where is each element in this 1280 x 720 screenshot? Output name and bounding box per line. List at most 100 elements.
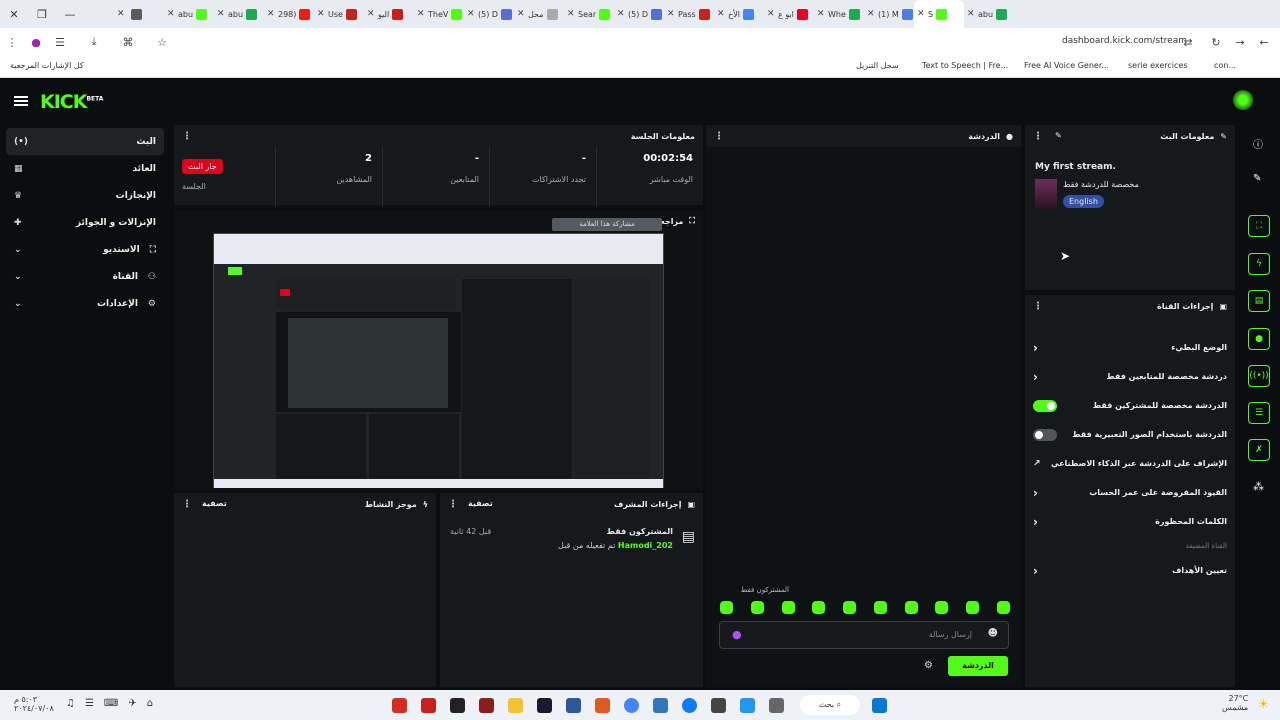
windows-start-icon[interactable] bbox=[872, 698, 887, 713]
close-tab-icon[interactable]: ✕ bbox=[717, 9, 725, 19]
close-tab-icon[interactable]: ✕ bbox=[967, 9, 975, 19]
rail-lightning-icon[interactable]: ϟ bbox=[1248, 253, 1270, 275]
subscribers-only-toggle[interactable] bbox=[1033, 399, 1057, 412]
window-minimize-icon[interactable]: — bbox=[56, 8, 84, 21]
system-tray-icons[interactable]: ♫☰⌨✈⌂ bbox=[66, 698, 163, 709]
more-menu-icon[interactable]: ⋮ bbox=[182, 499, 192, 510]
taskbar-chrome-icon[interactable] bbox=[624, 698, 639, 713]
close-tab-icon[interactable]: ✕ bbox=[267, 9, 275, 19]
browser-tab[interactable]: ✕ Pass bbox=[664, 0, 714, 28]
extensions-icon[interactable]: ⌘ bbox=[116, 36, 140, 49]
emote-icon[interactable] bbox=[935, 601, 949, 614]
browser-tab[interactable]: ✕ ابو ع bbox=[764, 0, 814, 28]
browser-tab[interactable]: ✕ (1) M bbox=[864, 0, 914, 28]
browser-tab[interactable]: ✕ S bbox=[914, 0, 964, 28]
taskbar-app-icon[interactable] bbox=[537, 698, 552, 713]
browser-tab[interactable]: ✕ Use bbox=[314, 0, 364, 28]
edit-pencil-icon[interactable]: ✎ bbox=[1055, 131, 1062, 142]
info-icon[interactable]: ⓘ bbox=[1253, 136, 1263, 151]
emote-icon[interactable] bbox=[843, 601, 857, 614]
browser-tab[interactable]: ✕ 298) bbox=[264, 0, 314, 28]
close-tab-icon[interactable]: ✕ bbox=[817, 9, 825, 19]
row-ai-moderation[interactable]: ↗ الإشراف على الدردشة عبر الذكاء الاصطناع… bbox=[1025, 449, 1235, 478]
rail-chat-icon[interactable]: ● bbox=[1248, 328, 1270, 350]
close-tab-icon[interactable]: ✕ bbox=[567, 9, 575, 19]
sidebar-item-channel[interactable]: ⌄ القناة ⚇ bbox=[6, 263, 164, 290]
close-tab-icon[interactable]: ✕ bbox=[767, 9, 775, 19]
window-close-icon[interactable]: ✕ bbox=[0, 8, 28, 21]
chat-input[interactable]: ● إرسال رسالة ☻ bbox=[719, 621, 1009, 649]
row-banned-words[interactable]: › الكلمات المحظورة bbox=[1025, 507, 1235, 536]
browser-tab[interactable]: ✕ abu bbox=[164, 0, 214, 28]
browser-tab[interactable]: ✕ abu bbox=[964, 0, 1014, 28]
bookmark-con[interactable]: con... bbox=[1214, 61, 1236, 70]
browser-tab[interactable]: ✕ TheV bbox=[414, 0, 464, 28]
browser-tab[interactable]: ✕ الأخ bbox=[714, 0, 764, 28]
close-tab-icon[interactable]: ✕ bbox=[317, 9, 325, 19]
share-icon[interactable]: ⁂ bbox=[1253, 480, 1264, 493]
activity-filter[interactable]: تصفية bbox=[202, 499, 227, 510]
browser-tab[interactable]: ✕ محل bbox=[514, 0, 564, 28]
sidebar-item-studio[interactable]: ⌄ الاستديو ⛶ bbox=[6, 236, 164, 263]
rail-layers-icon[interactable]: ☰ bbox=[1248, 402, 1270, 424]
browser-tab[interactable]: ✕ (5) D bbox=[464, 0, 514, 28]
row-goals[interactable]: › تعيين الأهداف bbox=[1025, 556, 1235, 585]
url-text[interactable]: dashboard.kick.com/stream bbox=[1062, 36, 1187, 46]
emotes-only-toggle[interactable] bbox=[1033, 428, 1057, 441]
taskbar-app-icon[interactable] bbox=[450, 698, 465, 713]
close-tab-icon[interactable]: ✕ bbox=[167, 9, 175, 19]
menu-icon[interactable]: ⋮ bbox=[0, 36, 24, 49]
more-menu-icon[interactable]: ⋮ bbox=[448, 499, 458, 510]
user-avatar[interactable] bbox=[1233, 90, 1253, 110]
close-tab-icon[interactable]: ✕ bbox=[117, 9, 125, 19]
row-slow-mode[interactable]: › الوضع البطيء bbox=[1025, 333, 1235, 362]
tab-search-icon[interactable]: ☰ bbox=[48, 36, 72, 49]
hamburger-menu-icon[interactable] bbox=[14, 94, 28, 108]
emote-icon[interactable] bbox=[750, 601, 764, 614]
taskbar-app-icon[interactable] bbox=[421, 698, 436, 713]
back-icon[interactable]: ← bbox=[1252, 36, 1276, 49]
close-tab-icon[interactable]: ✕ bbox=[867, 9, 875, 19]
more-menu-icon[interactable]: ⋮ bbox=[1033, 301, 1043, 312]
stream-preview-video[interactable] bbox=[213, 233, 664, 488]
close-tab-icon[interactable]: ✕ bbox=[467, 9, 475, 19]
rail-fullscreen-icon[interactable]: ⛶ bbox=[1248, 215, 1270, 237]
pencil-icon[interactable]: ✎ bbox=[1253, 173, 1261, 184]
weather-widget[interactable]: 27°C مشمس bbox=[1222, 694, 1248, 712]
taskbar-taskview-icon[interactable] bbox=[769, 698, 784, 713]
row-followers-only[interactable]: › دردشة مخصصة للمتابعين فقط bbox=[1025, 362, 1235, 391]
taskbar-app-icon[interactable] bbox=[653, 698, 668, 713]
profile-icon[interactable]: ● bbox=[24, 36, 48, 49]
bookmark-voice[interactable]: Free AI Voice Gener... bbox=[1024, 61, 1109, 70]
browser-tab[interactable]: ✕ Whe bbox=[814, 0, 864, 28]
download-icon[interactable]: ⤓ bbox=[82, 35, 106, 49]
kick-logo[interactable]: KICKBETA bbox=[40, 91, 103, 113]
taskbar-app-icon[interactable] bbox=[595, 698, 610, 713]
browser-tab[interactable]: ✕ Sear bbox=[564, 0, 614, 28]
more-menu-icon[interactable]: ⋮ bbox=[1033, 131, 1043, 142]
close-tab-icon[interactable]: ✕ bbox=[667, 9, 675, 19]
close-tab-icon[interactable]: ✕ bbox=[367, 9, 375, 19]
sidebar-item-settings[interactable]: ⌄ الإعدادات ⚙ bbox=[6, 290, 164, 317]
close-tab-icon[interactable]: ✕ bbox=[417, 9, 425, 19]
browser-tab[interactable]: ✕ (5) D bbox=[614, 0, 664, 28]
more-menu-icon[interactable]: ⋮ bbox=[182, 131, 192, 142]
mod-filter[interactable]: تصفية bbox=[468, 499, 493, 510]
screen-share-overlay[interactable]: مشاركة هذا العلامة bbox=[552, 218, 662, 231]
taskbar-app-icon[interactable] bbox=[566, 698, 581, 713]
emote-icon[interactable] bbox=[873, 601, 887, 614]
browser-tab[interactable]: ✕ اليو bbox=[364, 0, 414, 28]
emote-icon[interactable] bbox=[904, 601, 918, 614]
browser-tab[interactable]: ✕ bbox=[114, 0, 164, 28]
taskbar-app-icon[interactable] bbox=[479, 698, 494, 713]
emote-icon[interactable] bbox=[781, 601, 795, 614]
taskbar-store-icon[interactable] bbox=[711, 698, 726, 713]
rail-broadcast-icon[interactable]: ((•)) bbox=[1248, 365, 1270, 387]
rail-wrench-icon[interactable]: ✗ bbox=[1248, 439, 1270, 461]
taskbar-search[interactable]: بحث ⌕ bbox=[800, 695, 860, 715]
emote-icon[interactable] bbox=[996, 601, 1010, 614]
bookmark-tts[interactable]: Text to Speech | Fre... bbox=[922, 61, 1008, 70]
emote-icon[interactable] bbox=[720, 601, 733, 614]
row-account-age[interactable]: › القيود المفروضة على عمر الحساب bbox=[1025, 478, 1235, 507]
chat-settings-gear-icon[interactable]: ⚙ bbox=[924, 660, 933, 671]
